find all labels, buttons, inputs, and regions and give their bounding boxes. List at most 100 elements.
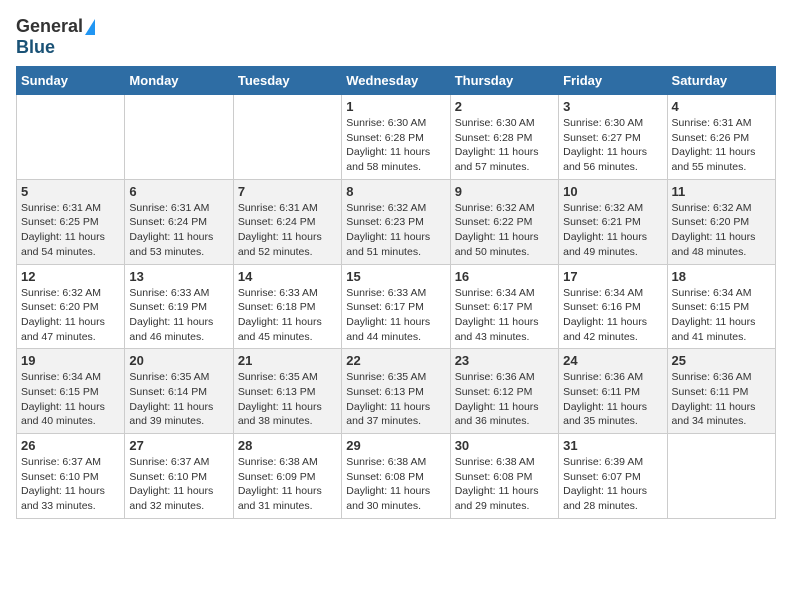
day-cell: 13Sunrise: 6:33 AM Sunset: 6:19 PM Dayli… — [125, 264, 233, 349]
week-row-4: 19 Sunrise: 6:34 AM Sunset: 6:15 PM Dayli… — [17, 349, 776, 434]
day-info: Sunrise: 6:32 AM Sunset: 6:20 PM Dayligh… — [21, 286, 120, 345]
week-row-2: 5Sunrise: 6:31 AM Sunset: 6:25 PM Daylig… — [17, 179, 776, 264]
day-number: 14 — [238, 269, 337, 284]
day-number: 7 — [238, 184, 337, 199]
day-of-week-header: SundayMondayTuesdayWednesdayThursdayFrid… — [17, 67, 776, 95]
day-number: 15 — [346, 269, 445, 284]
logo-icon — [85, 19, 95, 35]
day-cell: 6 Sunrise: 6:31 AM Sunset: 6:24 PM Daylig… — [125, 179, 233, 264]
day-number: 10 — [563, 184, 662, 199]
day-cell: 21Sunrise: 6:35 AM Sunset: 6:13 PM Dayli… — [233, 349, 341, 434]
day-info: Sunrise: 6:31 AM Sunset: 6:25 PM Dayligh… — [21, 201, 120, 260]
day-cell: 9 Sunrise: 6:32 AM Sunset: 6:22 PM Daylig… — [450, 179, 558, 264]
logo: General Blue — [16, 16, 95, 58]
day-cell: 17 Sunrise: 6:34 AM Sunset: 6:16 PM Dayli… — [559, 264, 667, 349]
day-cell: 18 Sunrise: 6:34 AM Sunset: 6:15 PM Dayli… — [667, 264, 775, 349]
day-cell: 8 Sunrise: 6:32 AM Sunset: 6:23 PM Daylig… — [342, 179, 450, 264]
day-number: 18 — [672, 269, 771, 284]
calendar-body: 1 Sunrise: 6:30 AM Sunset: 6:28 PM Daylig… — [17, 95, 776, 519]
week-row-1: 1 Sunrise: 6:30 AM Sunset: 6:28 PM Daylig… — [17, 95, 776, 180]
week-row-5: 26 Sunrise: 6:37 AM Sunset: 6:10 PM Dayli… — [17, 434, 776, 519]
day-info: Sunrise: 6:38 AM Sunset: 6:08 PM Dayligh… — [455, 455, 554, 514]
day-number: 12 — [21, 269, 120, 284]
day-info: Sunrise: 6:32 AM Sunset: 6:23 PM Dayligh… — [346, 201, 445, 260]
day-info: Sunrise: 6:38 AM Sunset: 6:08 PM Dayligh… — [346, 455, 445, 514]
day-cell: 31Sunrise: 6:39 AM Sunset: 6:07 PM Dayli… — [559, 434, 667, 519]
day-info: Sunrise: 6:34 AM Sunset: 6:15 PM Dayligh… — [672, 286, 771, 345]
day-cell: 30Sunrise: 6:38 AM Sunset: 6:08 PM Dayli… — [450, 434, 558, 519]
day-cell: 12 Sunrise: 6:32 AM Sunset: 6:20 PM Dayli… — [17, 264, 125, 349]
day-info: Sunrise: 6:34 AM Sunset: 6:15 PM Dayligh… — [21, 370, 120, 429]
day-cell: 11 Sunrise: 6:32 AM Sunset: 6:20 PM Dayli… — [667, 179, 775, 264]
day-cell: 2Sunrise: 6:30 AM Sunset: 6:28 PM Daylig… — [450, 95, 558, 180]
day-info: Sunrise: 6:31 AM Sunset: 6:24 PM Dayligh… — [238, 201, 337, 260]
day-number: 22 — [346, 353, 445, 368]
day-cell: 26 Sunrise: 6:37 AM Sunset: 6:10 PM Dayli… — [17, 434, 125, 519]
day-number: 26 — [21, 438, 120, 453]
day-cell: 29 Sunrise: 6:38 AM Sunset: 6:08 PM Dayli… — [342, 434, 450, 519]
day-cell — [667, 434, 775, 519]
day-info: Sunrise: 6:33 AM Sunset: 6:18 PM Dayligh… — [238, 286, 337, 345]
day-number: 28 — [238, 438, 337, 453]
day-cell: 22Sunrise: 6:35 AM Sunset: 6:13 PM Dayli… — [342, 349, 450, 434]
day-cell: 15 Sunrise: 6:33 AM Sunset: 6:17 PM Dayli… — [342, 264, 450, 349]
day-number: 17 — [563, 269, 662, 284]
day-info: Sunrise: 6:31 AM Sunset: 6:26 PM Dayligh… — [672, 116, 771, 175]
day-cell: 7 Sunrise: 6:31 AM Sunset: 6:24 PM Daylig… — [233, 179, 341, 264]
day-info: Sunrise: 6:35 AM Sunset: 6:13 PM Dayligh… — [238, 370, 337, 429]
day-number: 3 — [563, 99, 662, 114]
day-cell: 10 Sunrise: 6:32 AM Sunset: 6:21 PM Dayli… — [559, 179, 667, 264]
day-info: Sunrise: 6:36 AM Sunset: 6:11 PM Dayligh… — [563, 370, 662, 429]
week-row-3: 12 Sunrise: 6:32 AM Sunset: 6:20 PM Dayli… — [17, 264, 776, 349]
day-cell: 23Sunrise: 6:36 AM Sunset: 6:12 PM Dayli… — [450, 349, 558, 434]
day-cell: 28 Sunrise: 6:38 AM Sunset: 6:09 PM Dayli… — [233, 434, 341, 519]
day-info: Sunrise: 6:32 AM Sunset: 6:21 PM Dayligh… — [563, 201, 662, 260]
day-number: 11 — [672, 184, 771, 199]
day-info: Sunrise: 6:33 AM Sunset: 6:19 PM Dayligh… — [129, 286, 228, 345]
day-info: Sunrise: 6:33 AM Sunset: 6:17 PM Dayligh… — [346, 286, 445, 345]
day-cell: 19 Sunrise: 6:34 AM Sunset: 6:15 PM Dayli… — [17, 349, 125, 434]
day-number: 19 — [21, 353, 120, 368]
day-info: Sunrise: 6:30 AM Sunset: 6:28 PM Dayligh… — [346, 116, 445, 175]
day-number: 9 — [455, 184, 554, 199]
day-cell: 14 Sunrise: 6:33 AM Sunset: 6:18 PM Dayli… — [233, 264, 341, 349]
day-number: 24 — [563, 353, 662, 368]
day-info: Sunrise: 6:36 AM Sunset: 6:11 PM Dayligh… — [672, 370, 771, 429]
day-number: 20 — [129, 353, 228, 368]
day-cell: 3Sunrise: 6:30 AM Sunset: 6:27 PM Daylig… — [559, 95, 667, 180]
dow-wednesday: Wednesday — [342, 67, 450, 95]
day-cell: 4 Sunrise: 6:31 AM Sunset: 6:26 PM Daylig… — [667, 95, 775, 180]
day-cell: 20 Sunrise: 6:35 AM Sunset: 6:14 PM Dayli… — [125, 349, 233, 434]
logo-blue-text: Blue — [16, 37, 55, 58]
day-number: 1 — [346, 99, 445, 114]
day-info: Sunrise: 6:38 AM Sunset: 6:09 PM Dayligh… — [238, 455, 337, 514]
day-number: 23 — [455, 353, 554, 368]
day-info: Sunrise: 6:37 AM Sunset: 6:10 PM Dayligh… — [129, 455, 228, 514]
dow-friday: Friday — [559, 67, 667, 95]
day-info: Sunrise: 6:34 AM Sunset: 6:16 PM Dayligh… — [563, 286, 662, 345]
day-cell — [17, 95, 125, 180]
day-cell: 1 Sunrise: 6:30 AM Sunset: 6:28 PM Daylig… — [342, 95, 450, 180]
day-info: Sunrise: 6:35 AM Sunset: 6:14 PM Dayligh… — [129, 370, 228, 429]
day-cell: 5Sunrise: 6:31 AM Sunset: 6:25 PM Daylig… — [17, 179, 125, 264]
day-number: 27 — [129, 438, 228, 453]
day-cell: 24 Sunrise: 6:36 AM Sunset: 6:11 PM Dayli… — [559, 349, 667, 434]
logo-general-text: General — [16, 16, 83, 37]
day-info: Sunrise: 6:37 AM Sunset: 6:10 PM Dayligh… — [21, 455, 120, 514]
day-info: Sunrise: 6:31 AM Sunset: 6:24 PM Dayligh… — [129, 201, 228, 260]
day-number: 2 — [455, 99, 554, 114]
day-cell — [125, 95, 233, 180]
day-number: 6 — [129, 184, 228, 199]
dow-tuesday: Tuesday — [233, 67, 341, 95]
day-number: 8 — [346, 184, 445, 199]
dow-thursday: Thursday — [450, 67, 558, 95]
day-info: Sunrise: 6:32 AM Sunset: 6:22 PM Dayligh… — [455, 201, 554, 260]
day-number: 25 — [672, 353, 771, 368]
day-cell: 27 Sunrise: 6:37 AM Sunset: 6:10 PM Dayli… — [125, 434, 233, 519]
dow-sunday: Sunday — [17, 67, 125, 95]
day-info: Sunrise: 6:32 AM Sunset: 6:20 PM Dayligh… — [672, 201, 771, 260]
day-number: 29 — [346, 438, 445, 453]
page-header: General Blue — [16, 16, 776, 58]
day-number: 4 — [672, 99, 771, 114]
dow-saturday: Saturday — [667, 67, 775, 95]
